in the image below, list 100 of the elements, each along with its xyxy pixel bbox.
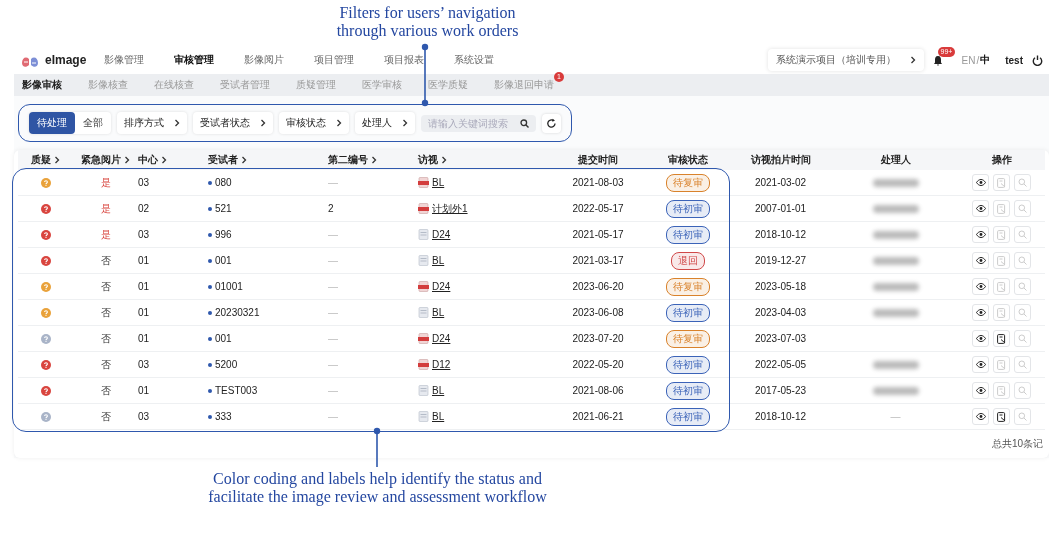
search-button[interactable] [1014,304,1031,321]
view-button[interactable] [972,174,989,191]
question-icon[interactable] [40,281,51,292]
visit-link[interactable]: BL [432,411,445,422]
status-badge: 待初审 [666,407,710,426]
question-icon[interactable] [40,333,51,344]
search-field[interactable]: 请输入关键词搜索 [421,114,536,132]
urgent-label: 否 [100,383,111,398]
table-cell: 2 [328,203,334,214]
document-edit-icon [997,229,1006,240]
column-header[interactable]: 处理人 [833,153,958,167]
column-header[interactable]: 访视 [418,153,548,167]
visit-link[interactable]: D12 [432,359,451,370]
table-cell: 01001 [215,281,243,292]
eye-icon [975,179,986,186]
table-cell: 01 [138,385,150,396]
view-button[interactable] [972,408,989,425]
status-badge: 待复审 [666,329,710,348]
nav-tab[interactable]: 审核管理 [174,53,214,67]
table-cell: 03 [138,177,150,188]
search-button[interactable] [1014,226,1031,243]
view-button[interactable] [972,200,989,217]
edit-document-button[interactable] [993,408,1010,425]
view-button[interactable] [972,252,989,269]
user-name[interactable]: test [1005,54,1023,66]
column-header[interactable]: 中心 [138,153,208,167]
status-badge: 待初审 [666,303,710,322]
question-icon[interactable] [40,307,51,318]
visit-link[interactable]: BL [432,385,445,396]
search-button[interactable] [1014,200,1031,217]
nav-tab[interactable]: 项目报表 [384,53,424,67]
question-icon[interactable] [40,177,51,188]
view-button[interactable] [972,382,989,399]
column-header[interactable]: 审核状态 [648,153,728,167]
status-badge: 待初审 [666,225,710,244]
view-button[interactable] [972,356,989,373]
dot-icon [208,414,212,419]
power-icon[interactable] [1032,54,1043,66]
question-icon[interactable] [40,229,51,240]
nav-tab[interactable]: 影像管理 [104,53,144,67]
column-header[interactable]: 提交时间 [548,153,648,167]
document-edit-icon [997,411,1006,422]
question-icon[interactable] [40,203,51,214]
eye-icon [975,413,986,420]
table-cell: 2021-06-21 [572,411,624,422]
visit-link[interactable]: D24 [432,281,451,292]
question-icon[interactable] [40,255,51,266]
visit-link[interactable]: D24 [432,333,451,344]
question-icon[interactable] [40,411,51,422]
view-button[interactable] [972,278,989,295]
search-button[interactable] [1014,252,1031,269]
view-button[interactable] [972,304,989,321]
language-option[interactable]: 中 [980,53,991,67]
search-icon[interactable] [520,118,529,128]
table-cell: 2023-05-18 [754,281,807,292]
sub-tab[interactable]: 影像审核 [22,78,62,92]
column-header[interactable]: 第二编号 [328,153,418,167]
search-button[interactable] [1014,278,1031,295]
visit-link[interactable]: BL [432,307,445,318]
chevron-icon [260,119,266,127]
column-header[interactable]: 访视拍片时间 [728,153,833,167]
visit-link[interactable]: 计划外1 [432,201,468,216]
view-button[interactable] [972,226,989,243]
status-badge: 退回 [671,251,705,270]
question-icon[interactable] [40,385,51,396]
filter-dropdown[interactable]: 处理人 [355,112,415,134]
document-edit-icon [997,333,1006,344]
visit-link[interactable]: D24 [432,229,451,240]
filter-dropdown[interactable]: 排序方式 [117,112,187,134]
edit-document-button[interactable] [993,330,1010,347]
record-count: 总共10条记 [991,437,1043,451]
project-selector[interactable]: 系统演示项目（培训专用） [767,49,924,71]
nav-tab[interactable]: 系统设置 [454,53,494,67]
eye-icon [975,231,986,238]
table-cell: 080 [215,177,232,188]
search-button[interactable] [1014,174,1031,191]
visit-link[interactable]: BL [432,255,445,266]
urgent-label: 否 [100,331,111,346]
segment-tab[interactable]: 待处理 [29,112,75,134]
search-icon [1018,256,1027,265]
filter-dropdown[interactable]: 受试者状态 [193,112,273,134]
column-header[interactable]: 受试者 [208,153,328,167]
refresh-button[interactable] [542,113,561,133]
bell-icon[interactable] [932,54,943,66]
segment-tab[interactable]: 全部 [75,112,111,134]
status-badge: 待复审 [666,277,710,296]
view-button[interactable] [972,330,989,347]
nav-tab[interactable]: 影像阅片 [244,53,284,67]
filter-dropdown[interactable]: 审核状态 [279,112,349,134]
search-button[interactable] [1014,382,1031,399]
nav-tab[interactable]: 项目管理 [314,53,354,67]
eye-icon [975,205,986,212]
column-header[interactable]: 质疑 [18,153,73,167]
table-cell: 001 [215,255,232,266]
search-button[interactable] [1014,356,1031,373]
visit-link[interactable]: BL [432,177,445,188]
column-header[interactable]: 紧急阅片 [73,153,138,167]
urgent-label: 否 [100,357,111,372]
question-icon[interactable] [40,359,51,370]
column-header[interactable]: 操作 [958,153,1045,167]
